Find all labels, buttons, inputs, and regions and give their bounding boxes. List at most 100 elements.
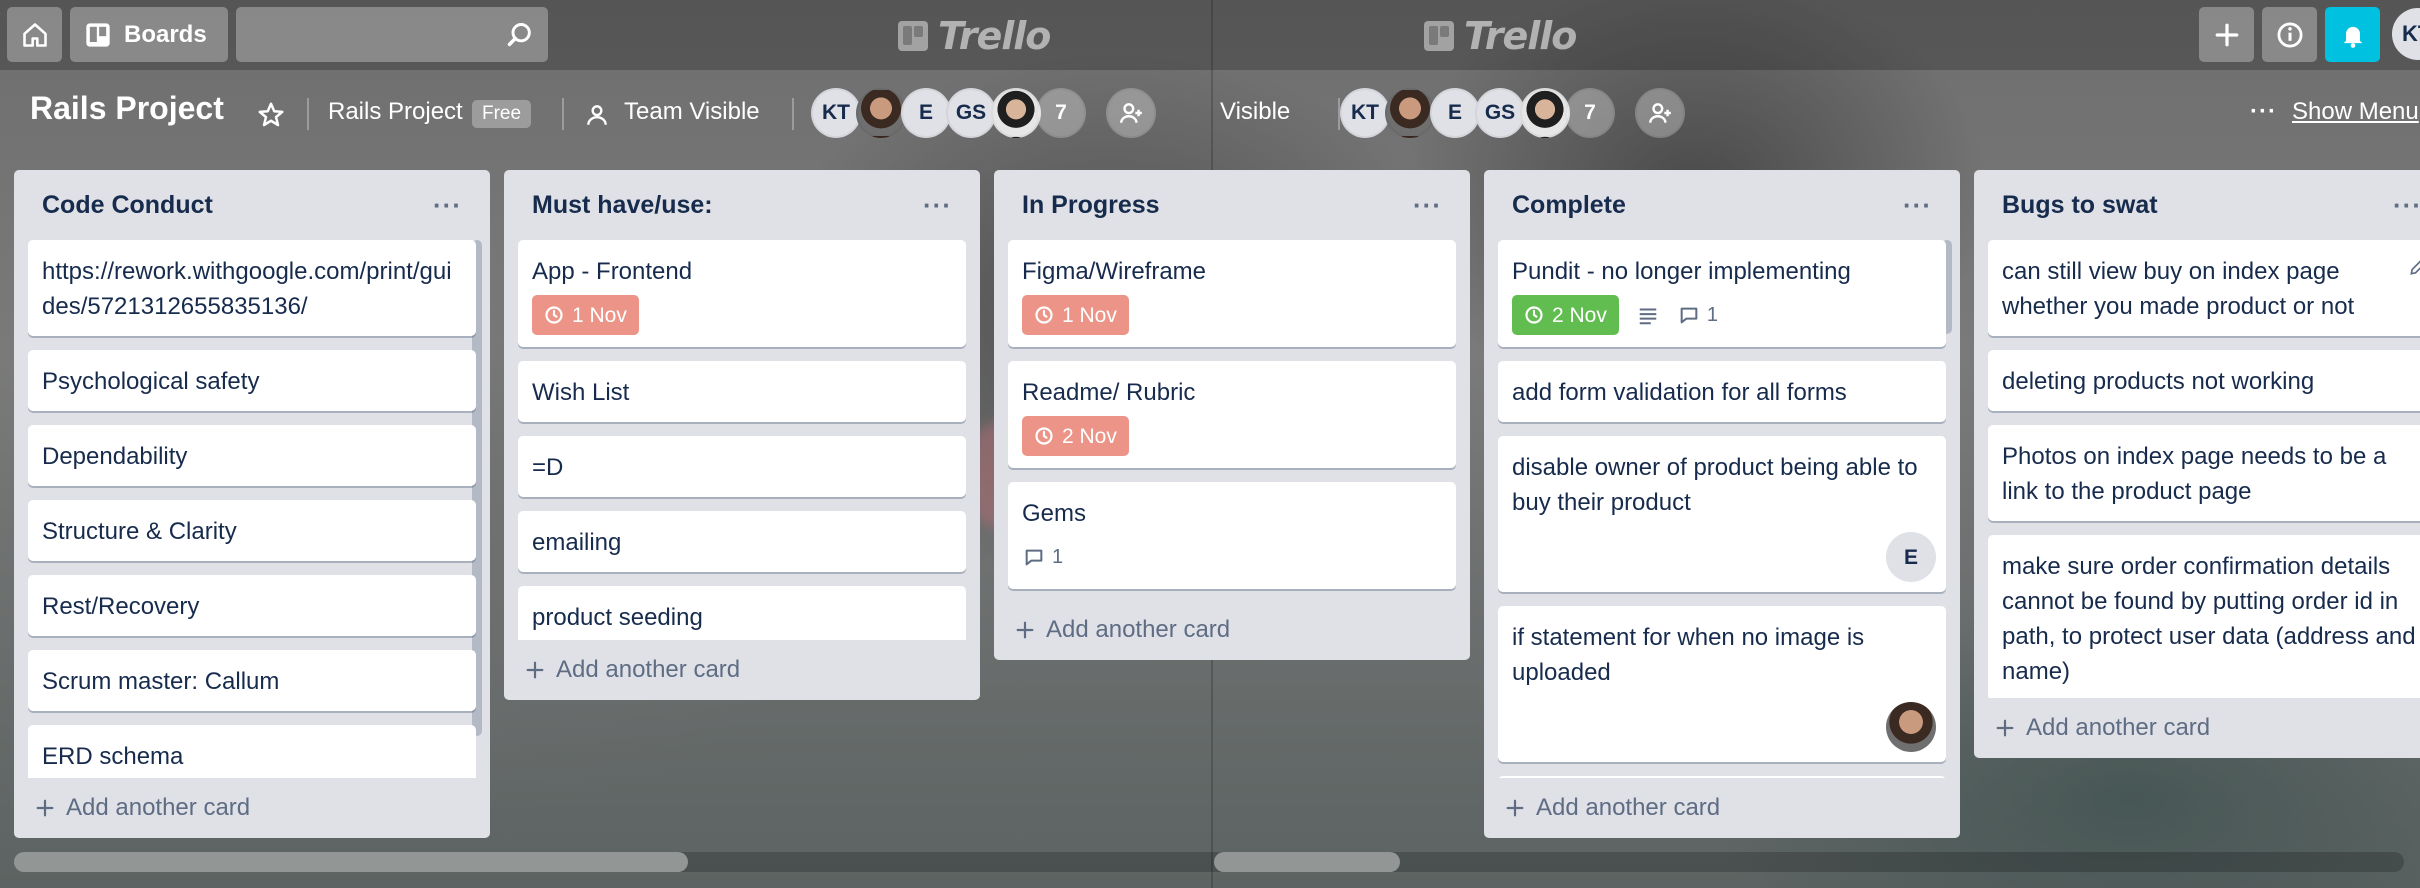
member-avatar[interactable]: E (901, 88, 951, 138)
list-2[interactable]: In Progress ··· Figma/Wireframe 1 Nov Readme… (994, 170, 1470, 660)
board-title[interactable]: Rails Project (30, 90, 224, 127)
card-member-avatar-photo[interactable] (1886, 702, 1936, 752)
member-avatar-photo[interactable] (856, 88, 906, 138)
member-avatar[interactable]: GS (1475, 88, 1525, 138)
info-button[interactable] (2262, 7, 2317, 62)
card[interactable]: Readme/ Rubric 2 Nov (1008, 361, 1456, 468)
card[interactable]: Psychological safety (28, 350, 476, 411)
trello-logo[interactable]: Trello (898, 14, 1051, 58)
member-avatar-photo[interactable] (1385, 88, 1435, 138)
card-member-avatar[interactable]: E (1886, 532, 1936, 582)
scrollbar-thumb[interactable] (1214, 852, 1400, 872)
card[interactable]: Pundit - no longer implementing 2 Nov 1 (1498, 240, 1946, 347)
card[interactable]: product seeding (518, 586, 966, 640)
trello-logo-icon (1424, 21, 1454, 51)
member-avatar-photo[interactable] (991, 88, 1041, 138)
list-1[interactable]: Must have/use: ··· App - Frontend 1 Nov Wish… (504, 170, 980, 700)
clock-icon (1035, 306, 1053, 324)
list-title[interactable]: Code Conduct (42, 191, 213, 220)
due-date-badge[interactable]: 2 Nov (1022, 416, 1129, 456)
list-4[interactable]: Bugs to swat ··· can still view buy on ind… (1974, 170, 2420, 758)
invite-button[interactable] (1635, 88, 1685, 138)
due-date-badge[interactable]: 1 Nov (1022, 295, 1129, 335)
member-avatar-photo[interactable] (1520, 88, 1570, 138)
scrollbar-thumb[interactable] (14, 852, 688, 872)
show-menu-button[interactable]: Show Menu (2292, 98, 2419, 126)
add-card-button[interactable]: Add another card (1498, 778, 1946, 838)
invite-button[interactable] (1106, 88, 1156, 138)
add-card-button[interactable]: Add another card (28, 778, 476, 838)
notifications-button[interactable] (2325, 7, 2380, 62)
card[interactable]: can still view buy on index page whether… (1988, 240, 2420, 336)
home-icon (22, 22, 47, 47)
card[interactable]: emailing (518, 511, 966, 572)
list-menu-icon[interactable]: ··· (1413, 190, 1442, 221)
show-menu-dots-icon[interactable]: ··· (2250, 98, 2277, 126)
add-card-button[interactable]: Add another card (1008, 600, 1456, 660)
add-card-label: Add another card (66, 794, 251, 821)
card-title: make sure order confirmation details can… (2002, 553, 2416, 685)
member-avatar[interactable]: E (1430, 88, 1480, 138)
member-count[interactable]: 7 (1565, 88, 1615, 138)
due-date-badge[interactable]: 2 Nov (1512, 295, 1619, 335)
card[interactable]: Gems 1 (1008, 482, 1456, 589)
add-card-button[interactable]: Add another card (1988, 698, 2420, 758)
card-title: Structure & Clarity (42, 518, 237, 545)
trello-logo-text: Trello (938, 14, 1051, 58)
card[interactable]: Structure & Clarity (28, 500, 476, 561)
card[interactable]: add form validation for all forms (1498, 361, 1946, 422)
list-cards: Pundit - no longer implementing 2 Nov 1 add… (1498, 240, 1946, 778)
card[interactable]: Figma/Wireframe 1 Nov (1008, 240, 1456, 347)
list-cards: App - Frontend 1 Nov Wish List =D emailing pr… (518, 240, 966, 640)
card-title: Scrum master: Callum (42, 668, 280, 695)
card[interactable]: Dependability (28, 425, 476, 486)
edit-pencil-icon[interactable] (2408, 252, 2420, 287)
card[interactable]: disable owner of product being able to b… (1498, 436, 1946, 592)
home-button[interactable] (7, 7, 62, 62)
list-3[interactable]: Complete ··· Pundit - no longer implementi… (1484, 170, 1960, 838)
card-title: Dependability (42, 443, 188, 470)
due-date-text: 1 Nov (1062, 303, 1117, 327)
workspace-name[interactable]: Rails Project (328, 98, 463, 126)
list-menu-icon[interactable]: ··· (2393, 190, 2420, 221)
search-input[interactable] (236, 7, 548, 62)
member-avatar[interactable]: GS (946, 88, 996, 138)
list-menu-icon[interactable]: ··· (923, 190, 952, 221)
card[interactable]: App - Frontend 1 Nov (518, 240, 966, 347)
card[interactable]: deleting products not working (1988, 350, 2420, 411)
list-menu-icon[interactable]: ··· (433, 190, 462, 221)
boards-button[interactable]: Boards (70, 7, 228, 62)
visibility-button[interactable]: Team Visible (624, 98, 760, 126)
list-title[interactable]: Complete (1512, 191, 1626, 220)
description-icon (1639, 308, 1657, 325)
list-0[interactable]: Code Conduct ··· https://rework.withgoogle… (14, 170, 490, 838)
member-avatar[interactable]: KT (811, 88, 861, 138)
clock-icon (545, 306, 563, 324)
list-title[interactable]: In Progress (1022, 191, 1160, 220)
card[interactable]: ERD schema1 (28, 725, 476, 778)
list-menu-icon[interactable]: ··· (1903, 190, 1932, 221)
due-date-badge[interactable]: 1 Nov (532, 295, 639, 335)
create-button[interactable] (2199, 7, 2254, 62)
card[interactable]: https://rework.withgoogle.com/print/guid… (28, 240, 476, 336)
add-card-button[interactable]: Add another card (518, 640, 966, 700)
card[interactable]: Photos on index page needs to be a link … (1988, 425, 2420, 521)
card-title: Pundit - no longer implementing (1512, 258, 1851, 285)
visibility-button-clipped[interactable]: Visible (1220, 98, 1290, 126)
card[interactable]: Rest/Recovery (28, 575, 476, 636)
card[interactable]: =D (518, 436, 966, 497)
card[interactable]: change destroy to delete on edit (1498, 776, 1946, 778)
trello-logo-duplicate[interactable]: Trello (1424, 14, 1577, 58)
card[interactable]: Scrum master: Callum (28, 650, 476, 711)
star-icon[interactable] (256, 100, 286, 130)
card-title: Rest/Recovery (42, 593, 200, 620)
member-count[interactable]: 7 (1036, 88, 1086, 138)
card[interactable]: Wish List (518, 361, 966, 422)
list-title[interactable]: Bugs to swat (2002, 191, 2158, 220)
due-date-text: 1 Nov (572, 303, 627, 327)
card[interactable]: make sure order confirmation details can… (1988, 535, 2420, 698)
list-title[interactable]: Must have/use: (532, 191, 713, 220)
comments-count: 1 (1052, 545, 1064, 568)
card[interactable]: if statement for when no image is upload… (1498, 606, 1946, 762)
member-avatar[interactable]: KT (1340, 88, 1390, 138)
